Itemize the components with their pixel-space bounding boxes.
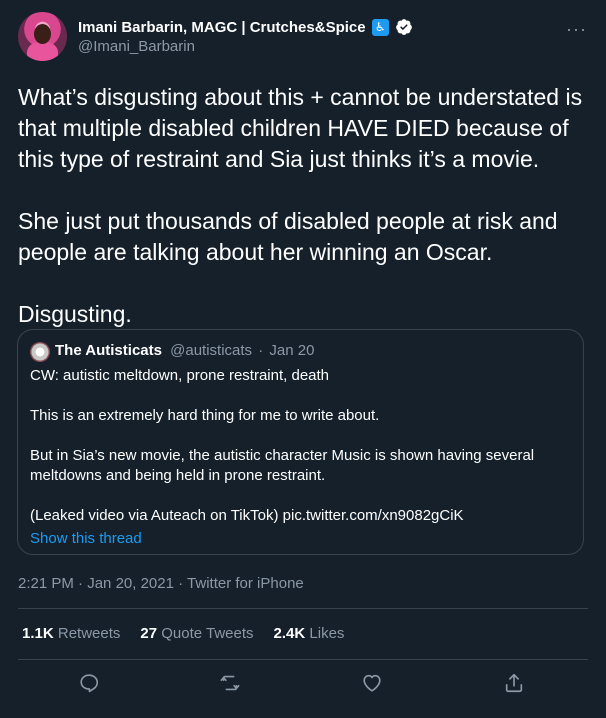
- divider: [18, 659, 588, 660]
- tweet-text: What’s disgusting about this + cannot be…: [18, 82, 590, 330]
- engagement-stats: 1.1K Retweets 27 Quote Tweets 2.4K Likes: [22, 625, 344, 642]
- retweet-button[interactable]: [219, 672, 245, 698]
- likes-label: Likes: [309, 625, 345, 642]
- quoted-paragraph: CW: autistic meltdown, prone restraint, …: [30, 367, 330, 384]
- retweet-icon: [220, 675, 240, 691]
- quoted-display-name: The Autisticats: [55, 342, 162, 359]
- quoted-avatar: [30, 342, 50, 362]
- quoted-paragraph: But in Sia’s new movie, the autistic cha…: [30, 447, 535, 484]
- quote-tweets-label: Quote Tweets: [161, 625, 254, 642]
- avatar-body: [27, 42, 58, 61]
- share-button[interactable]: [503, 672, 529, 698]
- meta-separator: ·: [78, 575, 88, 592]
- author-display-name[interactable]: Imani Barbarin, MAGC | Crutches&Spice: [78, 19, 366, 36]
- show-thread-link[interactable]: Show this thread: [30, 530, 142, 547]
- reply-icon: [80, 674, 99, 693]
- author-handle[interactable]: @Imani_Barbarin: [78, 38, 195, 55]
- tweet-meta: 2:21 PM · Jan 20, 2021 · Twitter for iPh…: [18, 575, 304, 592]
- retweets-label: Retweets: [57, 625, 121, 642]
- quoted-paragraph: (Leaked video via Auteach on TikTok) pic…: [30, 507, 464, 524]
- like-button[interactable]: [361, 672, 387, 698]
- quoted-tweet[interactable]: The Autisticats @autisticats · Jan 20 CW…: [17, 329, 584, 555]
- quote-tweets-stat[interactable]: 27 Quote Tweets: [140, 625, 253, 642]
- more-icon[interactable]: ···: [566, 20, 587, 38]
- author-name-row: Imani Barbarin, MAGC | Crutches&Spice ♿: [78, 18, 413, 36]
- reply-button[interactable]: [78, 672, 104, 698]
- heart-icon: [363, 674, 381, 692]
- action-bar: [0, 672, 606, 698]
- share-icon: [505, 673, 523, 693]
- tweet-paragraph: She just put thousands of disabled peopl…: [18, 208, 558, 265]
- tweet-date[interactable]: Jan 20, 2021: [87, 575, 174, 592]
- avatar-face: [34, 24, 51, 44]
- retweets-stat[interactable]: 1.1K Retweets: [22, 625, 120, 642]
- tweet-time[interactable]: 2:21 PM: [18, 575, 74, 592]
- tweet-paragraph: Disgusting.: [18, 301, 132, 327]
- wheelchair-icon: ♿: [371, 18, 389, 36]
- tweet-source[interactable]: Twitter for iPhone: [187, 575, 304, 592]
- quoted-text: CW: autistic meltdown, prone restraint, …: [30, 366, 570, 526]
- meta-separator: ·: [178, 575, 188, 592]
- quoted-separator: ·: [258, 342, 264, 359]
- divider: [18, 608, 588, 609]
- retweets-count: 1.1K: [22, 625, 54, 642]
- tweet-paragraph: What’s disgusting about this + cannot be…: [18, 84, 583, 172]
- quoted-handle: @autisticats: [170, 342, 253, 359]
- verified-badge-icon: [395, 19, 412, 35]
- tweet: Imani Barbarin, MAGC | Crutches&Spice ♿ …: [0, 0, 606, 718]
- quoted-header: The Autisticats @autisticats · Jan 20: [55, 342, 314, 359]
- quoted-date: Jan 20: [269, 342, 315, 359]
- quote-tweets-count: 27: [140, 625, 158, 642]
- likes-stat[interactable]: 2.4K Likes: [274, 625, 345, 642]
- quoted-paragraph: This is an extremely hard thing for me t…: [30, 407, 380, 424]
- likes-count: 2.4K: [273, 625, 306, 642]
- avatar[interactable]: [18, 12, 67, 61]
